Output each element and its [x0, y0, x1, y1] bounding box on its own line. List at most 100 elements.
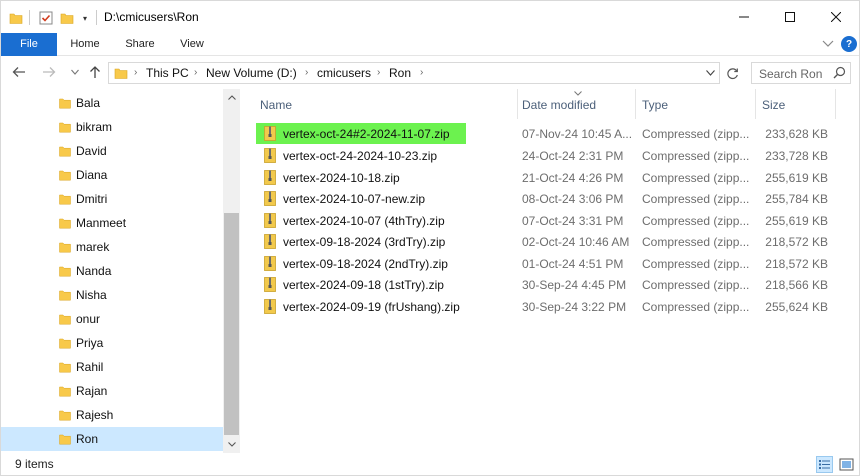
maximize-button[interactable]	[767, 1, 813, 33]
column-header-name[interactable]: Name	[241, 89, 518, 119]
breadcrumb-cmicusers[interactable]: cmicusers	[317, 66, 371, 80]
folder-icon	[59, 193, 71, 208]
search-placeholder: Search Ron	[759, 67, 823, 81]
file-row[interactable]: vertex-2024-09-19 (frUshang).zip 30-Sep-…	[241, 296, 841, 318]
sidebar-item-nisha[interactable]: Nisha	[1, 283, 223, 307]
sidebar-item-marek[interactable]: marek	[1, 235, 223, 259]
tab-home[interactable]: Home	[57, 33, 113, 56]
folder-icon	[59, 289, 71, 304]
sidebar-item-dmitri[interactable]: Dmitri	[1, 187, 223, 211]
sidebar-item-label: Manmeet	[76, 216, 127, 230]
chevron-right-icon[interactable]: ›	[134, 67, 137, 78]
sidebar-item-david[interactable]: David	[1, 139, 223, 163]
search-box[interactable]: Search Ron	[751, 62, 851, 84]
file-date: 07-Oct-24 3:31 PM	[522, 213, 624, 228]
file-date: 08-Oct-24 3:06 PM	[522, 192, 624, 206]
file-date: 02-Oct-24 10:46 AM	[522, 235, 630, 249]
navigation-pane: Bala bikram David Diana Dmitri Manmeet m…	[1, 89, 241, 453]
file-name: vertex-09-18-2024 (3rdTry).zip	[283, 235, 446, 249]
breadcrumb-ron[interactable]: Ron	[389, 66, 411, 80]
sidebar-item-label: Ron	[76, 432, 99, 446]
tab-share[interactable]: Share	[113, 33, 167, 56]
sidebar-item-rajan[interactable]: Rajan	[1, 379, 223, 403]
recent-locations-icon[interactable]	[67, 64, 83, 80]
file-row[interactable]: vertex-2024-10-07 (4thTry).zip 07-Oct-24…	[241, 210, 841, 232]
file-name: vertex-09-18-2024 (2ndTry).zip	[283, 256, 448, 271]
quick-access-divider	[29, 10, 30, 25]
column-divider[interactable]	[835, 89, 836, 119]
sidebar-item-diana[interactable]: Diana	[1, 163, 223, 187]
forward-arrow-icon[interactable]	[41, 64, 57, 80]
scroll-down-icon[interactable]	[223, 436, 240, 453]
sidebar-item-label: bikram	[76, 120, 113, 134]
file-date: 01-Oct-24 4:51 PM	[522, 256, 624, 271]
sidebar-item-label: Nisha	[76, 288, 107, 302]
navigation-pane-scrollbar[interactable]	[223, 89, 240, 453]
tab-file[interactable]: File	[1, 33, 57, 56]
sidebar-item-label: Bala	[76, 96, 101, 110]
file-size: 218,572 KB	[765, 235, 828, 249]
file-row[interactable]: vertex-oct-24#2-2024-11-07.zip 07-Nov-24…	[241, 123, 841, 145]
item-count: 9 items	[15, 457, 54, 471]
chevron-right-icon[interactable]: ›	[420, 67, 423, 78]
address-history-icon[interactable]	[703, 66, 717, 80]
expand-ribbon-icon[interactable]	[821, 37, 835, 51]
chevron-right-icon[interactable]: ›	[194, 67, 197, 78]
scroll-up-icon[interactable]	[223, 89, 240, 106]
file-type: Compressed (zipp...	[642, 149, 750, 163]
refresh-icon[interactable]	[723, 65, 741, 81]
folder-icon	[59, 97, 71, 112]
properties-icon[interactable]	[38, 10, 54, 26]
sidebar-item-priya[interactable]: Priya	[1, 331, 223, 355]
file-row[interactable]: vertex-2024-09-18 (1stTry).zip 30-Sep-24…	[241, 274, 841, 296]
zip-archive-icon	[264, 298, 276, 317]
tab-view[interactable]: View	[167, 33, 217, 56]
search-icon[interactable]	[833, 66, 847, 80]
large-icons-view-icon[interactable]	[838, 456, 855, 473]
file-row[interactable]: vertex-09-18-2024 (3rdTry).zip 02-Oct-24…	[241, 231, 841, 253]
back-arrow-icon[interactable]	[11, 64, 27, 80]
file-type: Compressed (zipp...	[642, 213, 750, 228]
column-header-type[interactable]: Type	[636, 89, 756, 119]
file-name: vertex-2024-10-18.zip	[283, 170, 400, 185]
file-explorer-window: ▾ D:\cmicusers\Ron File Home Share View …	[0, 0, 860, 476]
chevron-right-icon[interactable]: ›	[377, 67, 380, 78]
file-row[interactable]: vertex-oct-24-2024-10-23.zip 24-Oct-24 2…	[241, 145, 841, 167]
column-header-size[interactable]: Size	[756, 89, 836, 119]
scrollbar-thumb[interactable]	[224, 213, 239, 435]
sidebar-item-ron[interactable]: Ron	[1, 427, 223, 451]
file-row[interactable]: vertex-09-18-2024 (2ndTry).zip 01-Oct-24…	[241, 253, 841, 275]
file-row[interactable]: vertex-2024-10-18.zip 21-Oct-24 4:26 PM …	[241, 167, 841, 189]
folder-icon	[59, 337, 71, 352]
sidebar-item-bikram[interactable]: bikram	[1, 115, 223, 139]
folder-icon	[9, 10, 23, 26]
new-folder-icon[interactable]	[60, 10, 74, 26]
sidebar-item-label: Rajesh	[76, 408, 114, 422]
sidebar-item-bala[interactable]: Bala	[1, 91, 223, 115]
customize-quick-access-icon[interactable]: ▾	[80, 10, 90, 26]
close-icon	[831, 12, 841, 22]
sidebar-item-rajesh[interactable]: Rajesh	[1, 403, 223, 427]
column-header-date-modified[interactable]: Date modified	[518, 89, 636, 119]
up-arrow-icon[interactable]	[87, 64, 103, 80]
zip-archive-icon	[264, 148, 276, 166]
sidebar-item-nanda[interactable]: Nanda	[1, 259, 223, 283]
breadcrumb-new-volume[interactable]: New Volume (D:)	[206, 66, 297, 80]
help-icon[interactable]: ?	[841, 36, 857, 52]
file-size: 218,572 KB	[765, 256, 828, 271]
zip-archive-icon	[264, 234, 276, 252]
details-view-icon[interactable]	[816, 456, 833, 473]
close-button[interactable]	[813, 1, 859, 33]
minimize-button[interactable]	[721, 1, 767, 33]
file-date: 21-Oct-24 4:26 PM	[522, 170, 624, 185]
sidebar-item-manmeet[interactable]: Manmeet	[1, 211, 223, 235]
folder-icon	[59, 121, 71, 136]
chevron-right-icon[interactable]: ›	[305, 67, 308, 78]
address-bar[interactable]: › This PC › New Volume (D:) › cmicusers …	[108, 62, 720, 84]
sidebar-item-onur[interactable]: onur	[1, 307, 223, 331]
file-row[interactable]: vertex-2024-10-07-new.zip 08-Oct-24 3:06…	[241, 188, 841, 210]
sidebar-item-rahil[interactable]: Rahil	[1, 355, 223, 379]
breadcrumb-this-pc[interactable]: This PC	[146, 66, 189, 80]
folder-icon	[59, 217, 71, 232]
sidebar-item-label: Priya	[76, 336, 104, 350]
